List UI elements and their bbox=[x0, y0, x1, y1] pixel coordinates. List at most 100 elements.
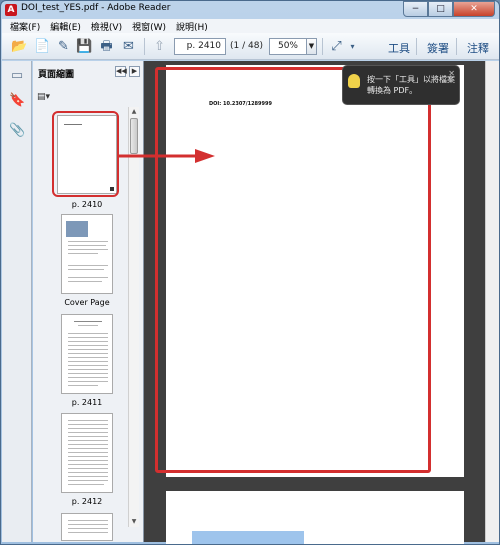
thumbnail-page[interactable] bbox=[61, 314, 113, 394]
close-button[interactable]: ✕ bbox=[453, 1, 495, 17]
thumbnail-text-line bbox=[68, 480, 108, 481]
scroll-down-icon[interactable]: ▼ bbox=[129, 517, 139, 527]
save-icon[interactable]: 💾 bbox=[76, 38, 93, 55]
thumbnail-text-line bbox=[68, 484, 104, 485]
thumbnail-text-line bbox=[68, 365, 108, 366]
menu-view[interactable]: 檢視(V) bbox=[86, 20, 127, 33]
adobe-reader-icon: A bbox=[5, 4, 17, 16]
thumbnail-text-line bbox=[68, 428, 108, 429]
maximize-button[interactable]: □ bbox=[428, 1, 453, 17]
menu-bar: 檔案(F) 編輯(E) 檢視(V) 視窗(W) 說明(H) bbox=[2, 19, 499, 33]
page-number-input[interactable]: p. 2410 bbox=[174, 38, 226, 55]
thumbnail-text-line bbox=[68, 440, 108, 441]
thumbnail-text-line bbox=[68, 520, 108, 521]
annotation-highlight-box bbox=[155, 67, 431, 473]
document-scrollbar[interactable] bbox=[485, 61, 499, 542]
edit-icon[interactable]: ✎ bbox=[55, 38, 72, 55]
menu-edit[interactable]: 編輯(E) bbox=[45, 20, 86, 33]
email-icon[interactable]: ✉ bbox=[120, 38, 137, 55]
panel-title: 頁面縮圖 bbox=[38, 70, 75, 80]
thumbnail-text-line bbox=[68, 369, 108, 370]
minimize-button[interactable]: − bbox=[403, 1, 428, 17]
thumbnail-text-line bbox=[68, 373, 108, 374]
adobe-reader-window: A DOI_test_YES.pdf - Adobe Reader − □ ✕ … bbox=[0, 0, 500, 545]
thumbnail-text-line bbox=[68, 460, 108, 461]
bookmarks-icon[interactable]: 🔖 bbox=[9, 93, 25, 109]
toolbar-divider bbox=[144, 38, 145, 55]
thumbnail-options-icon[interactable]: ▤▾ bbox=[37, 91, 55, 103]
toolbar-divider bbox=[416, 38, 417, 55]
thumbnail-text-line bbox=[68, 337, 108, 338]
tooltip-text: 按一下「工具」以將檔案轉換為 PDF。 bbox=[367, 75, 455, 95]
thumbnail-text-line bbox=[68, 436, 108, 437]
thumbnail-text-line bbox=[68, 377, 108, 378]
navigation-rail: ▭ 🔖 📎 bbox=[2, 61, 32, 542]
sign-button[interactable]: 簽署 bbox=[427, 40, 449, 56]
thumbnail-text-line bbox=[68, 341, 108, 342]
create-pdf-icon[interactable]: 📄 bbox=[34, 38, 51, 55]
thumbnail-text-line bbox=[68, 528, 108, 529]
thumbnail-text-line bbox=[68, 432, 108, 433]
previous-page-icon[interactable]: ⇧ bbox=[151, 38, 168, 55]
toolbar-divider bbox=[456, 38, 457, 55]
thumbnail-text-line bbox=[68, 353, 108, 354]
page-count: (1 / 48) bbox=[230, 41, 263, 51]
thumbnail-text-line bbox=[68, 476, 108, 477]
menu-file[interactable]: 檔案(F) bbox=[5, 20, 45, 33]
toolbar-divider bbox=[322, 38, 323, 55]
expand-panel-icon[interactable]: ▶ bbox=[129, 66, 140, 77]
window-title: DOI_test_YES.pdf - Adobe Reader bbox=[21, 3, 171, 13]
thumbnail-image bbox=[66, 221, 88, 237]
thumbnails-scrollbar[interactable]: ▲ ▼ bbox=[128, 107, 139, 527]
thumbnail-page[interactable] bbox=[61, 413, 113, 493]
thumbnail-text-line bbox=[68, 269, 104, 270]
thumbnail-text-line bbox=[68, 452, 108, 453]
selected-thumbnail-highlight bbox=[52, 111, 119, 197]
tools-button[interactable]: 工具 bbox=[388, 40, 410, 56]
thumbnail-text-line bbox=[68, 420, 108, 421]
collapse-panel-icon[interactable]: ◀◀ bbox=[115, 66, 127, 77]
thumbnail-text-line bbox=[68, 444, 108, 445]
toolbar: 📂 📄 ✎ 💾 🖶 ✉ ⇧ p. 2410 (1 / 48) 50% ▼ ⤢ ▾… bbox=[2, 33, 499, 60]
thumbnail-text-line bbox=[68, 253, 98, 254]
thumbnail-text-line bbox=[68, 249, 108, 250]
dropdown-arrow-icon[interactable]: ▾ bbox=[344, 38, 361, 55]
thumbnail-text-line bbox=[68, 472, 108, 473]
thumbnail-text-line bbox=[68, 385, 98, 386]
lightbulb-icon bbox=[348, 74, 360, 88]
thumbnail-page[interactable] bbox=[61, 513, 113, 541]
document-view[interactable]: DOI: 10.2307/1289999 bbox=[144, 61, 485, 544]
close-icon[interactable]: ✕ bbox=[448, 69, 455, 78]
zoom-input[interactable]: 50% bbox=[269, 38, 307, 55]
print-icon[interactable]: 🖶 bbox=[98, 38, 115, 55]
thumbnail-label: p. 2410 bbox=[71, 200, 103, 209]
thumbnail-text-line bbox=[68, 456, 108, 457]
comment-button[interactable]: 注釋 bbox=[467, 40, 489, 56]
scrollbar-thumb[interactable] bbox=[130, 118, 138, 154]
window-controls: − □ ✕ bbox=[403, 1, 495, 18]
thumbnail-text-line bbox=[68, 464, 108, 465]
fit-page-icon[interactable]: ⤢ bbox=[328, 38, 345, 55]
thumbnail-text-line bbox=[68, 532, 108, 533]
tooltip: 按一下「工具」以將檔案轉換為 PDF。 ✕ bbox=[342, 65, 460, 105]
thumbnail-text-line bbox=[68, 468, 108, 469]
thumbnail-text-line bbox=[68, 345, 108, 346]
open-folder-icon[interactable]: 📂 bbox=[11, 38, 28, 55]
thumbnail-text-line bbox=[68, 349, 108, 350]
attachments-icon[interactable]: 📎 bbox=[9, 123, 25, 139]
thumbnail-text-line bbox=[68, 381, 108, 382]
zoom-dropdown-button[interactable]: ▼ bbox=[306, 38, 317, 55]
thumbnail-text-line bbox=[68, 361, 108, 362]
menu-help[interactable]: 說明(H) bbox=[171, 20, 213, 33]
thumbnail-text-line bbox=[68, 333, 108, 334]
scroll-up-icon[interactable]: ▲ bbox=[129, 107, 139, 117]
thumbnail-label: p. 2412 bbox=[71, 497, 103, 506]
thumbnail-text-line bbox=[74, 321, 102, 322]
thumbnail-label: p. 2411 bbox=[71, 398, 103, 407]
menu-window[interactable]: 視窗(W) bbox=[127, 20, 171, 33]
thumbnail-page[interactable] bbox=[61, 214, 113, 294]
page-thumbnails-icon[interactable]: ▭ bbox=[9, 68, 25, 84]
thumbnail-text-line bbox=[68, 281, 102, 282]
thumbnail-text-line bbox=[68, 265, 108, 266]
pdf-page bbox=[166, 491, 464, 544]
